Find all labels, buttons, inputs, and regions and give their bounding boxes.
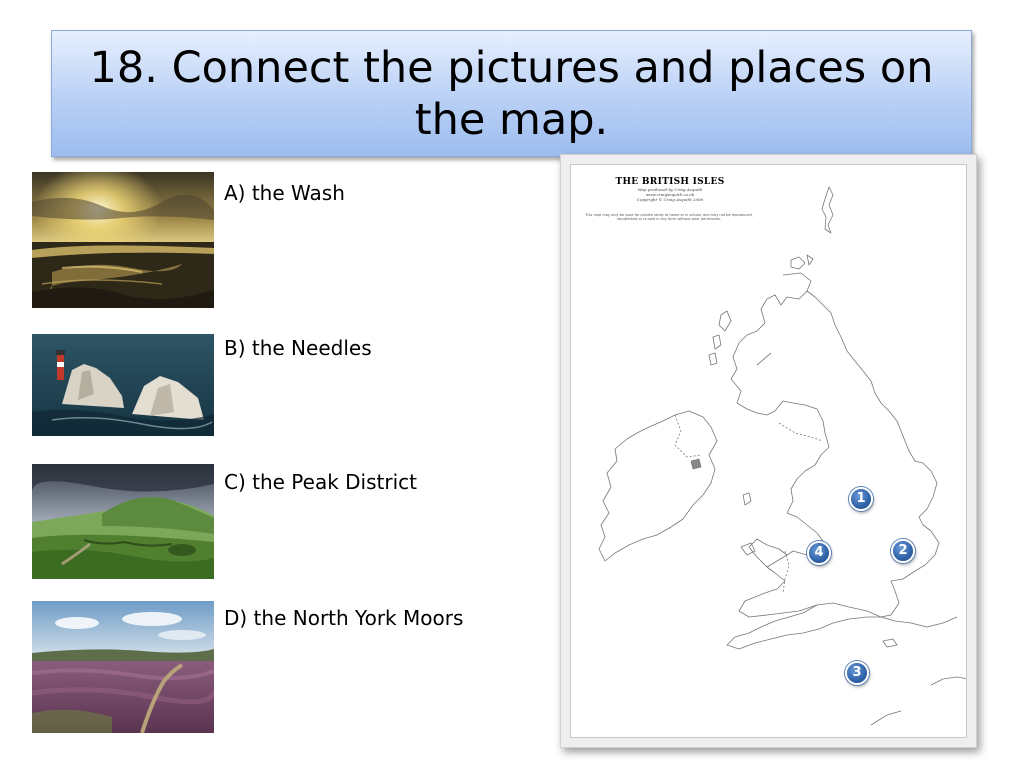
needles-photo [32, 334, 214, 436]
north-york-moors-photo [32, 601, 214, 733]
map-marker-2: 2 [891, 539, 915, 563]
british-isles-map: THE BRITISH ISLES Map produced by Craig … [560, 154, 977, 748]
wash-photo [32, 172, 214, 308]
picture-label-b: B) the Needles [224, 336, 372, 360]
slide-title: 18. Connect the pictures and places on t… [89, 42, 934, 145]
peak-district-photo [32, 464, 214, 579]
map-outline [598, 186, 966, 726]
picture-label-d: D) the North York Moors [224, 606, 464, 630]
map-marker-4: 4 [807, 541, 831, 565]
picture-label-c: C) the Peak District [224, 470, 417, 494]
map-canvas: THE BRITISH ISLES Map produced by Craig … [570, 164, 967, 738]
picture-label-a: A) the Wash [224, 181, 345, 205]
map-marker-1: 1 [849, 487, 873, 511]
map-marker-3: 3 [845, 661, 869, 685]
slide-title-box: 18. Connect the pictures and places on t… [51, 30, 972, 157]
